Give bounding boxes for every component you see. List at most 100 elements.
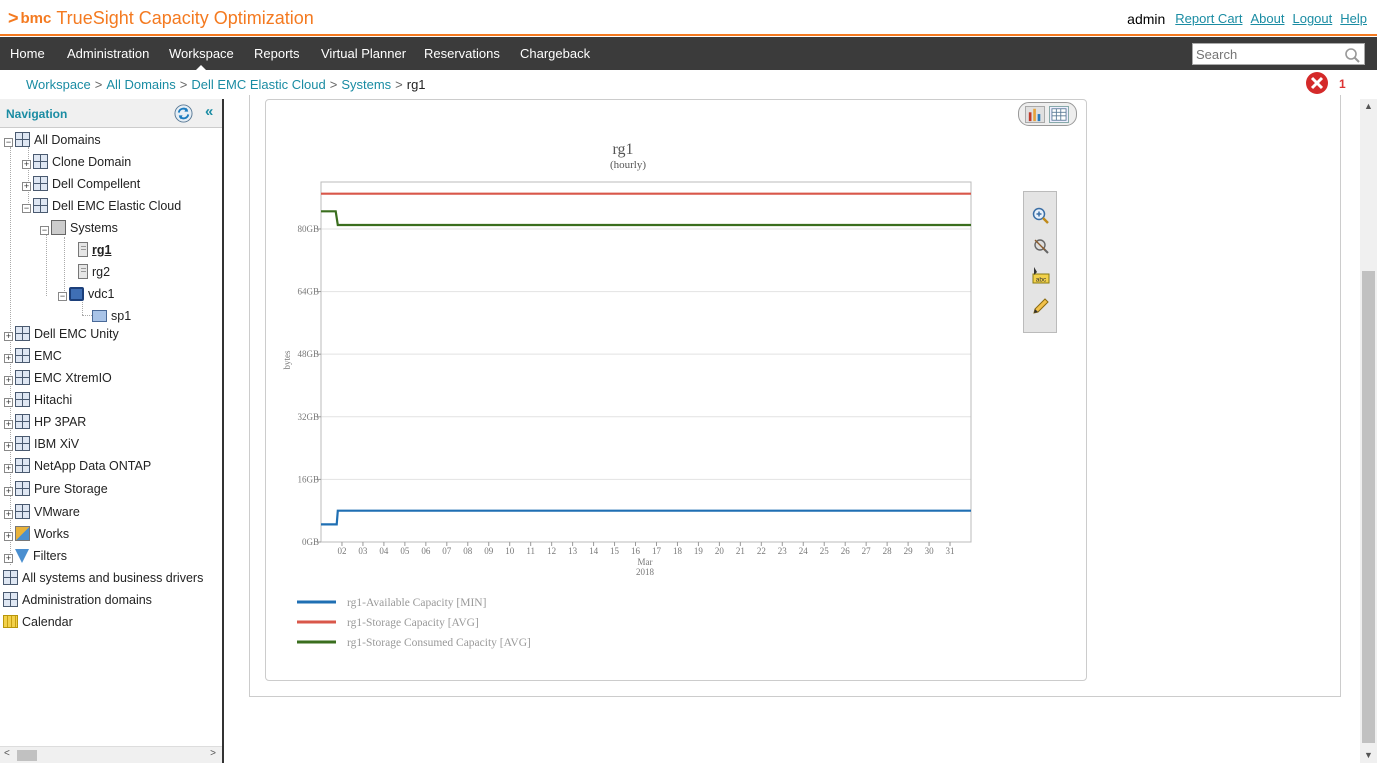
tree-item-emc-xtremio[interactable]: + EMC XtremIO (4, 367, 112, 389)
expand-icon[interactable]: + (4, 442, 13, 451)
tree-item-all-systems-and-business-drivers[interactable]: All systems and business drivers (3, 567, 203, 589)
menu-home[interactable]: Home (10, 37, 45, 70)
x-tick-label: 25 (820, 546, 830, 556)
help-link[interactable]: Help (1340, 11, 1367, 27)
expand-icon[interactable]: + (4, 487, 13, 496)
expand-icon[interactable]: + (4, 420, 13, 429)
expand-icon[interactable]: + (4, 532, 13, 541)
tree-item-label: Dell Compellent (52, 177, 141, 191)
navigation-header: Navigation « (0, 99, 222, 128)
tree-item-netapp-data-ontap[interactable]: + NetApp Data ONTAP (4, 455, 151, 477)
expand-icon[interactable]: + (4, 376, 13, 385)
domain-icon (15, 504, 30, 520)
tree-item-filters[interactable]: + Filters (4, 545, 67, 567)
breadcrumb-systems[interactable]: Systems (341, 77, 391, 92)
menu-administration[interactable]: Administration (67, 37, 149, 70)
tree-item-label: Dell EMC Unity (34, 327, 119, 341)
expand-icon[interactable]: + (22, 160, 31, 169)
breadcrumb-all-domains[interactable]: All Domains (106, 77, 175, 92)
collapse-icon[interactable]: − (40, 226, 49, 235)
x-tick-label: 06 (421, 546, 431, 556)
tree-item-vdc1[interactable]: − vdc1 (58, 283, 114, 305)
tree-item-rg2[interactable]: rg2 (78, 261, 110, 283)
legend-label[interactable]: rg1-Available Capacity [MIN] (347, 597, 486, 609)
breadcrumb-separator: > (329, 77, 338, 92)
tree-item-label: Systems (70, 221, 118, 235)
x-axis-month: Mar (638, 557, 653, 567)
scroll-right-icon[interactable]: > (210, 748, 216, 759)
tree-item-calendar[interactable]: Calendar (3, 611, 73, 633)
menu-virtual-planner[interactable]: Virtual Planner (321, 37, 406, 70)
expand-icon[interactable]: + (22, 182, 31, 191)
logout-link[interactable]: Logout (1292, 11, 1332, 27)
menu-workspace[interactable]: Workspace (169, 37, 234, 70)
x-tick-label: 11 (526, 546, 535, 556)
tree-item-clone-domain[interactable]: + Clone Domain (22, 151, 131, 173)
tree-item-emc[interactable]: + EMC (4, 345, 62, 367)
tree-item-dell-emc-unity[interactable]: + Dell EMC Unity (4, 323, 119, 345)
pencil-icon[interactable] (1031, 296, 1051, 316)
domain-icon (15, 348, 30, 364)
legend-label[interactable]: rg1-Storage Capacity [AVG] (347, 617, 479, 629)
collapse-icon[interactable]: − (4, 138, 13, 147)
scrollbar-thumb[interactable] (1362, 271, 1375, 743)
scroll-left-icon[interactable]: < (4, 748, 10, 759)
scrollbar-thumb[interactable] (17, 750, 37, 761)
collapse-icon[interactable]: − (22, 204, 31, 213)
collapse-icon[interactable]: − (58, 292, 67, 301)
tree-item-label: vdc1 (88, 287, 115, 301)
label-abc-icon[interactable]: abc (1031, 266, 1051, 286)
y-tick-label: 48GB (297, 349, 319, 359)
zoom-in-icon[interactable] (1031, 206, 1051, 226)
chart-title: rg1 (612, 141, 633, 158)
tree-item-rg1[interactable]: rg1 (78, 239, 111, 261)
tree-item-dell-compellent[interactable]: + Dell Compellent (22, 173, 140, 195)
expand-icon[interactable]: + (4, 354, 13, 363)
menu-reports[interactable]: Reports (254, 37, 300, 70)
tree-item-ibm-xiv[interactable]: + IBM XiV (4, 433, 79, 455)
error-indicator[interactable]: 1 (1305, 71, 1355, 95)
tree-item-pure-storage[interactable]: + Pure Storage (4, 478, 108, 500)
top-header: > bmc TrueSight Capacity Optimization ad… (0, 0, 1377, 36)
scroll-down-icon[interactable]: ▼ (1364, 750, 1373, 760)
legend-label[interactable]: rg1-Storage Consumed Capacity [AVG] (347, 637, 531, 649)
tree-item-administration-domains[interactable]: Administration domains (3, 589, 152, 611)
series-line-3[interactable] (321, 210, 971, 227)
about-link[interactable]: About (1251, 11, 1285, 27)
tree-item-all-domains[interactable]: − All Domains (4, 129, 101, 151)
error-icon[interactable] (1305, 71, 1329, 95)
tree-item-hp-3par[interactable]: + HP 3PAR (4, 411, 86, 433)
series-line-1[interactable] (321, 509, 971, 526)
expand-icon[interactable]: + (4, 510, 13, 519)
tree-item-dell-emc-elastic-cloud[interactable]: − Dell EMC Elastic Cloud (22, 195, 181, 217)
menu-reservations[interactable]: Reservations (424, 37, 500, 70)
menu-chargeback[interactable]: Chargeback (520, 37, 590, 70)
scroll-up-icon[interactable]: ▲ (1364, 101, 1373, 111)
expand-icon[interactable]: + (4, 332, 13, 341)
refresh-icon[interactable] (174, 104, 193, 123)
search-input[interactable] (1193, 44, 1338, 64)
domain-icon (15, 458, 30, 474)
tree-item-works[interactable]: + Works (4, 523, 69, 545)
domain-icon (15, 481, 30, 497)
horizontal-scrollbar[interactable]: < > (0, 746, 222, 763)
tree-item-vmware[interactable]: + VMware (4, 501, 80, 523)
x-tick-label: 07 (442, 546, 452, 556)
tree-item-systems[interactable]: − Systems (40, 217, 118, 239)
expand-icon[interactable]: + (4, 554, 13, 563)
report-cart-link[interactable]: Report Cart (1175, 11, 1242, 27)
tree-item-hitachi[interactable]: + Hitachi (4, 389, 72, 411)
server-icon (78, 242, 88, 258)
vertical-scrollbar[interactable]: ▲ ▼ (1360, 99, 1377, 763)
chart-legend: rg1-Available Capacity [MIN] rg1-Storage … (297, 597, 531, 649)
breadcrumb-dell-emc-elastic-cloud[interactable]: Dell EMC Elastic Cloud (191, 77, 325, 92)
search-icon[interactable] (1344, 47, 1360, 63)
breadcrumb-workspace[interactable]: Workspace (26, 77, 91, 92)
collapse-panel-icon[interactable]: « (205, 103, 213, 120)
x-tick-label: 03 (358, 546, 368, 556)
pan-icon[interactable] (1031, 236, 1051, 256)
expand-icon[interactable]: + (4, 464, 13, 473)
x-tick-label: 16 (631, 546, 641, 556)
breadcrumb-separator: > (395, 77, 403, 92)
expand-icon[interactable]: + (4, 398, 13, 407)
